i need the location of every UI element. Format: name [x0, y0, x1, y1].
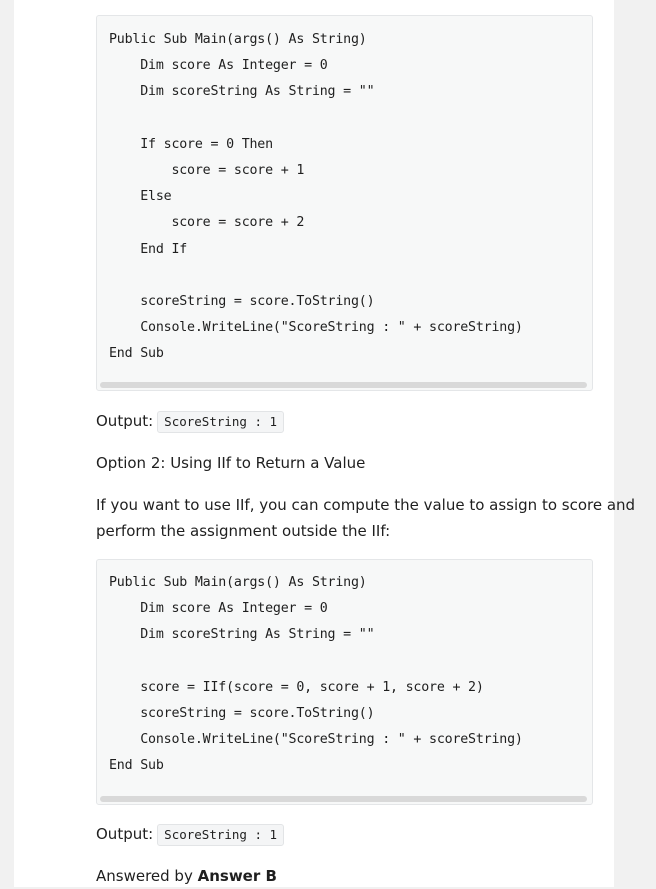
answered-by-prefix: Answered by	[96, 867, 198, 885]
output-label: Output:	[96, 412, 154, 430]
option-2-description-line-2: perform the assignment outside the IIf:	[96, 522, 391, 540]
code-line: End Sub	[109, 346, 164, 362]
code-line: Console.WriteLine("ScoreString : " + sco…	[109, 732, 523, 748]
code-line: Dim scoreString As String = ""	[109, 84, 375, 100]
answer-card: Public Sub Main(args() As String) Dim sc…	[14, 0, 635, 889]
output-line-1: Output: ScoreString : 1	[96, 408, 285, 434]
option-2-heading: Option 2: Using IIf to Return a Value	[96, 454, 366, 472]
output-line-2: Output: ScoreString : 1	[96, 821, 285, 847]
code-line: Public Sub Main(args() As String)	[109, 575, 367, 590]
code-line: score = score + 2	[109, 215, 305, 231]
code-line: score = score + 1	[109, 163, 305, 178]
code-line: If score = 0 Then	[109, 136, 273, 152]
code-line: Else	[109, 189, 172, 205]
code-line: Dim score As Integer = 0	[109, 58, 328, 74]
code-line: Dim score As Integer = 0	[109, 601, 328, 617]
code-line: scoreString = score.ToString()	[109, 294, 375, 309]
code-line: Public Sub Main(args() As String)	[109, 32, 367, 47]
option-2-description-line-1: If you want to use IIf, you can compute …	[96, 496, 636, 514]
horizontal-scrollbar[interactable]	[100, 796, 587, 802]
code-line: End Sub	[109, 758, 164, 774]
output-code: ScoreString : 1	[157, 410, 285, 433]
code-line: scoreString = score.ToString()	[109, 706, 375, 721]
code-line: End If	[109, 241, 188, 257]
code-line: Console.WriteLine("ScoreString : " + sco…	[109, 320, 523, 336]
code-line: Dim scoreString As String = ""	[109, 627, 375, 643]
output-label: Output:	[96, 825, 154, 843]
answered-by: Answered by Answer B	[96, 863, 277, 889]
code-block-2[interactable]: Public Sub Main(args() As String) Dim sc…	[96, 559, 593, 805]
code-block-1[interactable]: Public Sub Main(args() As String) Dim sc…	[96, 15, 593, 391]
answer-author-link[interactable]: Answer B	[198, 867, 277, 885]
code-line: score = IIf(score = 0, score + 1, score …	[109, 679, 484, 695]
horizontal-scrollbar[interactable]	[100, 382, 587, 388]
output-code: ScoreString : 1	[157, 823, 285, 846]
